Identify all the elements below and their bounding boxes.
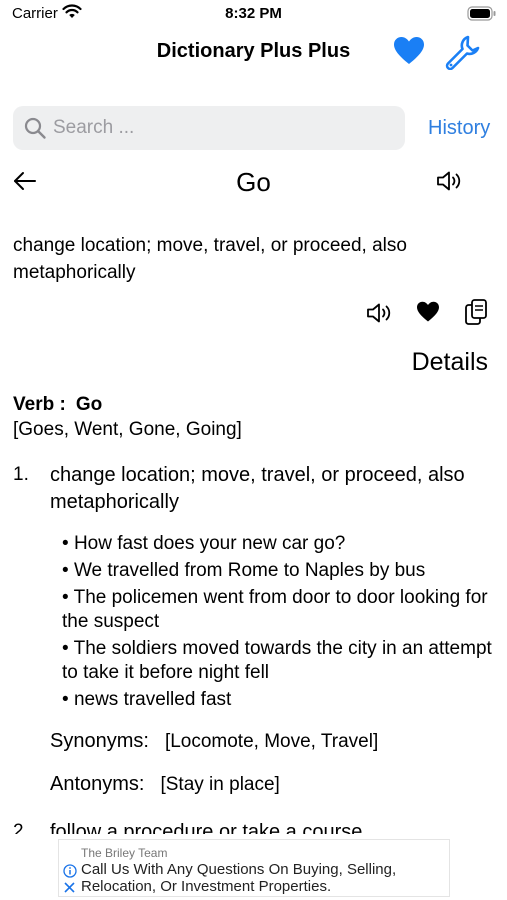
antonyms-row: Antonyms: [Stay in place] <box>50 773 280 796</box>
search-bar[interactable] <box>13 106 405 150</box>
sense-definition: follow a procedure or take a course <box>50 821 363 834</box>
ad-text: Call Us With Any Questions On Buying, Se… <box>81 861 397 895</box>
synonyms-label: Synonyms: <box>50 730 149 752</box>
pos-label: Verb : <box>13 394 66 415</box>
app-title: Dictionary Plus Plus <box>156 40 351 62</box>
examples-list: How fast does your new car go? We travel… <box>62 532 494 715</box>
ad-brand: The Briley Team <box>81 846 168 860</box>
speaker-icon[interactable] <box>366 301 394 330</box>
wrench-icon[interactable] <box>444 34 480 75</box>
favorites-heart-icon[interactable] <box>393 36 425 71</box>
search-icon <box>23 116 47 145</box>
antonyms-values: [Stay in place] <box>160 774 280 795</box>
synonyms-values: [Locomote, Move, Travel] <box>164 731 379 752</box>
favorite-heart-icon[interactable] <box>416 301 440 328</box>
antonyms-label: Antonyms: <box>50 773 145 795</box>
synonyms-row: Synonyms: [Locomote, Move, Travel] <box>50 730 378 753</box>
sense-definition: change location; move, travel, or procee… <box>50 464 465 513</box>
word-summary: change location; move, travel, or procee… <box>13 235 407 283</box>
pos-word: Go <box>75 394 103 415</box>
example-item: We travelled from Rome to Naples by bus <box>62 559 494 583</box>
search-input[interactable] <box>53 106 393 150</box>
example-item: The soldiers moved towards the city in a… <box>62 637 494 685</box>
ad-banner[interactable]: The Briley Team Call Us With Any Questio… <box>58 839 450 897</box>
copy-icon[interactable] <box>464 298 488 331</box>
example-item: How fast does your new car go? <box>62 532 494 556</box>
sense-number: 1. <box>13 464 29 485</box>
next-sense-clipped: 2. follow a procedure or take a course <box>0 816 507 834</box>
example-item: The policemen went from door to door loo… <box>62 586 494 634</box>
example-item: news travelled fast <box>62 688 494 712</box>
status-bar: Carrier 8:32 PM <box>0 0 507 30</box>
sense-number: 2. <box>13 821 29 834</box>
word-heading: Go <box>236 167 271 197</box>
battery-icon <box>467 6 497 26</box>
clock: 8:32 PM <box>225 5 282 22</box>
details-heading: Details <box>411 348 488 376</box>
history-button[interactable]: History <box>428 117 490 140</box>
speaker-icon[interactable] <box>436 169 464 198</box>
word-forms: [Goes, Went, Gone, Going] <box>13 419 242 440</box>
part-of-speech: Verb : Go <box>13 394 102 416</box>
close-icon[interactable] <box>63 881 76 899</box>
